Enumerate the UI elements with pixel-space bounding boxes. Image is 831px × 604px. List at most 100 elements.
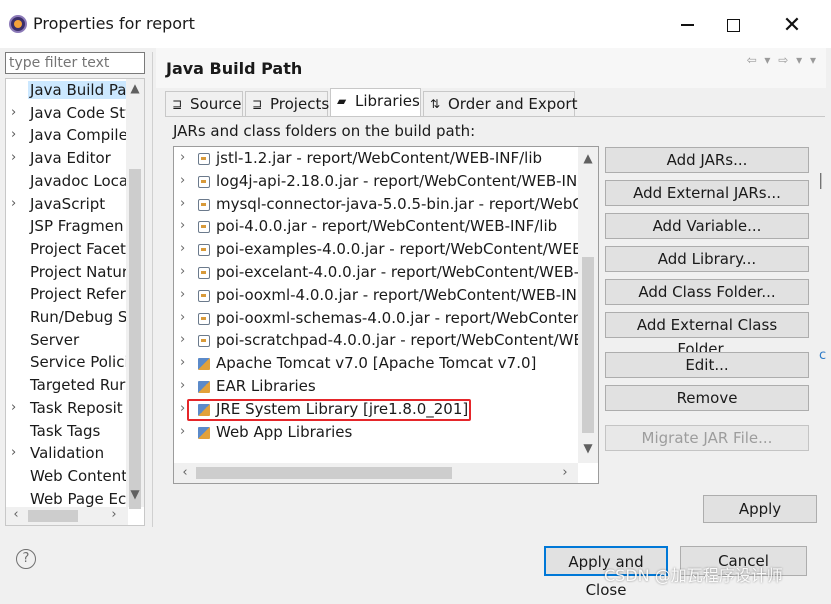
scroll-up-icon[interactable]: ▲ [126, 81, 144, 97]
library-entry[interactable]: › poi-4.0.0.jar - report/WebContent/WEB-I… [174, 216, 578, 238]
library-icon [198, 358, 210, 371]
expand-arrow-icon[interactable]: › [180, 378, 185, 393]
jar-file-icon [198, 312, 210, 325]
nav-tree-item-label: Validation [30, 444, 105, 463]
apply-button[interactable]: Apply [703, 495, 817, 523]
add-external-class-folder-button[interactable]: Add External Class Folder... [605, 312, 809, 358]
nav-tree-item-label: Project Refer [30, 285, 126, 304]
list-vertical-scrollbar[interactable]: ▲ ▼ [578, 147, 598, 463]
jar-file-icon [198, 244, 210, 257]
expand-arrow-icon[interactable]: › [180, 173, 185, 188]
nav-tree-item-label: JavaScript [30, 194, 106, 213]
nav-tree-item-label: Web Content [30, 466, 128, 485]
migrate-jar-file-button[interactable]: Migrate JAR File... [605, 425, 809, 451]
filter-input[interactable] [5, 52, 145, 74]
library-entry[interactable]: › Apache Tomcat v7.0 [Apache Tomcat v7.0] [174, 353, 578, 375]
expand-arrow-icon[interactable]: › [180, 150, 185, 165]
window-title: Properties for report [33, 14, 195, 33]
scroll-right-icon[interactable]: › [556, 465, 574, 480]
library-entry[interactable]: › log4j-api-2.18.0.jar - report/WebConten… [174, 171, 578, 193]
library-entry[interactable]: › poi-scratchpad-4.0.0.jar - report/WebCo… [174, 330, 583, 352]
properties-nav-tree: Web Page Ec Web Content › Validation Task Ta… [5, 78, 145, 526]
scroll-down-icon[interactable]: ▼ [578, 441, 598, 455]
scroll-down-icon[interactable]: ▼ [126, 487, 144, 503]
nav-tree-item-label: Service Polici [30, 353, 129, 372]
properties-dialog: Properties for report ✕ Web Page Ec Web C… [0, 0, 831, 599]
libraries-list: › Web App Libraries › JRE System Library [j… [173, 146, 599, 484]
expand-arrow-icon[interactable]: › [11, 150, 16, 165]
background-edge-glyph: c [819, 348, 827, 363]
tab-libraries[interactable]: ▰ Libraries [330, 88, 421, 117]
library-entry[interactable]: › poi-excelant-4.0.0.jar - report/WebCont… [174, 262, 579, 284]
library-label: poi-ooxml-4.0.0.jar - report/WebContent/… [216, 285, 577, 304]
nav-tree-item-label: Targeted Rur [30, 376, 126, 395]
list-horizontal-scrollbar[interactable]: ‹ › [174, 463, 578, 483]
tree-scroll-thumb[interactable] [129, 169, 141, 509]
add-class-folder-button[interactable]: Add Class Folder... [605, 279, 809, 305]
expand-arrow-icon[interactable]: › [180, 287, 185, 302]
library-label: poi-examples-4.0.0.jar - report/WebConte… [216, 240, 583, 259]
expand-arrow-icon[interactable]: › [11, 127, 16, 142]
nav-tree-item-label: Project Natur [30, 262, 129, 281]
list-hscroll-thumb[interactable] [196, 467, 452, 479]
tree-vertical-scrollbar[interactable]: ▲ ▼ [126, 79, 144, 509]
history-nav-icons[interactable]: ⇦ ▾ ⇨ ▾ ▾ [747, 53, 818, 67]
library-entry[interactable]: › mysql-connector-java-5.0.5-bin.jar - re… [174, 194, 583, 216]
nav-tree-item-label: Run/Debug S [30, 308, 128, 326]
library-entry[interactable]: › poi-ooxml-4.0.0.jar - report/WebContent… [174, 285, 578, 307]
jar-file-icon [198, 198, 210, 211]
scroll-up-icon[interactable]: ▲ [578, 151, 598, 165]
expand-arrow-icon[interactable]: › [180, 218, 185, 233]
expand-arrow-icon[interactable]: › [180, 196, 185, 211]
maximize-button[interactable] [710, 10, 756, 40]
expand-arrow-icon[interactable]: › [180, 424, 185, 439]
expand-arrow-icon[interactable]: › [180, 264, 185, 279]
expand-arrow-icon[interactable]: › [11, 196, 16, 211]
library-entry[interactable]: › Web App Libraries [174, 422, 578, 444]
tree-horizontal-scrollbar[interactable]: ‹ › [6, 507, 128, 525]
library-label: mysql-connector-java-5.0.5-bin.jar - rep… [216, 194, 583, 213]
expand-arrow-icon[interactable]: › [180, 401, 185, 416]
tab-order-and-export[interactable]: ⇅ Order and Export [423, 91, 578, 117]
expand-arrow-icon[interactable]: › [11, 400, 16, 415]
expand-arrow-icon[interactable]: › [180, 355, 185, 370]
add-jars-button[interactable]: Add JARs... [605, 147, 809, 173]
library-label: Web App Libraries [216, 422, 353, 441]
add-variable-button[interactable]: Add Variable... [605, 213, 809, 239]
close-button[interactable]: ✕ [769, 10, 815, 40]
expand-arrow-icon[interactable]: › [11, 105, 16, 120]
tree-hscroll-thumb[interactable] [28, 510, 78, 522]
jar-file-icon [198, 335, 210, 348]
library-entry[interactable]: › EAR Libraries [174, 376, 578, 398]
scroll-left-icon[interactable]: ‹ [8, 507, 24, 525]
list-scroll-thumb[interactable] [582, 257, 594, 433]
library-entry[interactable]: › jstl-1.2.jar - report/WebContent/WEB-IN… [174, 148, 578, 170]
library-icon [198, 426, 210, 439]
jar-file-icon [198, 221, 210, 234]
nav-tree-item-label: Java Compile [30, 126, 128, 145]
add-library-button[interactable]: Add Library... [605, 246, 809, 272]
expand-arrow-icon[interactable]: › [11, 445, 16, 460]
sash-divider[interactable] [152, 52, 153, 527]
projects-icon: ⊒ [252, 97, 263, 111]
jar-file-icon [198, 175, 210, 188]
expand-arrow-icon[interactable]: › [180, 241, 185, 256]
scroll-left-icon[interactable]: ‹ [176, 465, 194, 480]
list-caption: JARs and class folders on the build path… [173, 122, 476, 140]
add-external-jars-button[interactable]: Add External JARs... [605, 180, 809, 206]
expand-arrow-icon[interactable]: › [180, 332, 185, 347]
tab-label: Source [190, 95, 242, 113]
scroll-right-icon[interactable]: › [106, 507, 122, 525]
nav-tree-item-label: Task Tags [30, 421, 101, 440]
remove-button[interactable]: Remove [605, 385, 809, 411]
expand-arrow-icon[interactable]: › [180, 310, 185, 325]
library-entry[interactable]: › poi-ooxml-schemas-4.0.0.jar - report/We… [174, 308, 582, 330]
tab-source[interactable]: ⊒ Source [165, 91, 243, 117]
library-entry[interactable]: › poi-examples-4.0.0.jar - report/WebCont… [174, 239, 582, 261]
minimize-button[interactable] [664, 10, 710, 40]
tab-projects[interactable]: ⊒ Projects [245, 91, 329, 117]
help-icon[interactable]: ? [16, 549, 36, 569]
panel-header: Java Build Path ⇦ ▾ ⇨ ▾ ▾ [156, 48, 826, 88]
library-label: poi-ooxml-schemas-4.0.0.jar - report/Web… [216, 308, 583, 327]
edit-button[interactable]: Edit... [605, 352, 809, 378]
